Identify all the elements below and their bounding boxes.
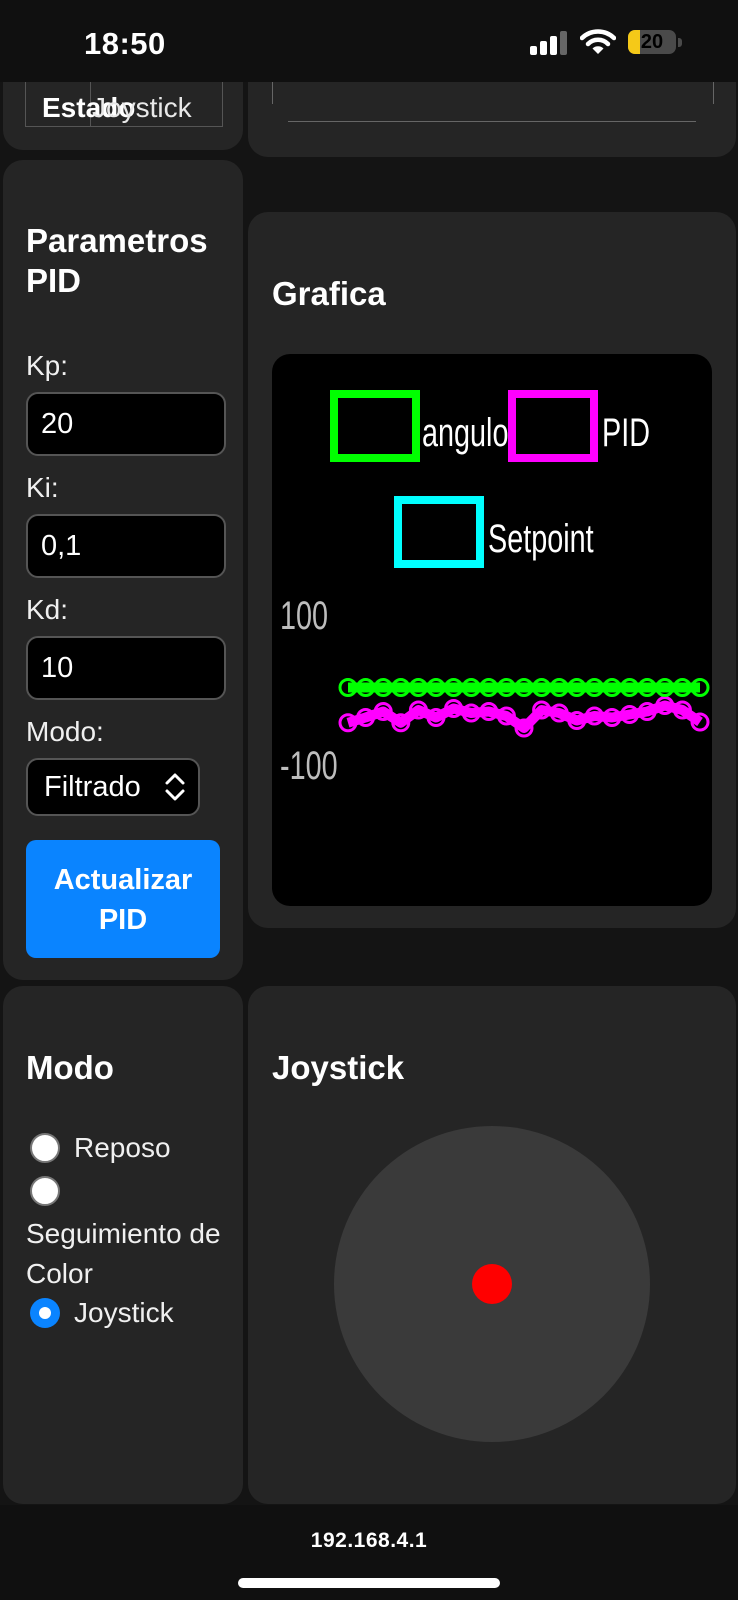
battery-level: 20: [640, 31, 664, 53]
mode-select[interactable]: Filtrado: [26, 758, 200, 816]
battery-tip: [678, 38, 682, 47]
home-indicator: [238, 1578, 500, 1588]
status-bar: 18:50 20: [0, 0, 738, 82]
kd-label: Kd:: [26, 594, 69, 625]
radio-joystick-label: Joystick: [74, 1297, 174, 1328]
graph-area: angulo PID Setpoint 100 -100: [272, 354, 712, 906]
joystick-title: Joystick: [272, 1049, 405, 1086]
radio-joystick[interactable]: [30, 1298, 60, 1328]
legend-swatch-setpoint: [394, 496, 484, 568]
chevron-up-down-icon: [165, 773, 185, 801]
legend-swatch-pid: [508, 390, 598, 462]
wifi-icon: [580, 29, 616, 54]
mode-title: Modo: [26, 1049, 114, 1086]
pid-title: Parametros PID: [26, 222, 208, 299]
data-card-divider: [288, 121, 696, 122]
radio-reposo-label: Reposo: [74, 1132, 171, 1163]
line-chart: angulo PID Setpoint 100 -100: [280, 390, 710, 788]
radio-seguimiento-label: Seguimiento de Color: [26, 1218, 221, 1289]
cellular-signal-icon: [530, 31, 567, 55]
legend-label-setpoint: Setpoint: [488, 516, 594, 561]
radio-reposo[interactable]: [30, 1133, 60, 1163]
data-card-frame: [272, 80, 714, 104]
browser-bottom-bar: 192.168.4.1: [0, 1505, 738, 1600]
y-tick-label-1: -100: [280, 743, 338, 788]
state-table: Estado Joystick: [25, 82, 223, 127]
kd-input[interactable]: 10: [26, 636, 226, 700]
ki-label: Ki:: [26, 472, 59, 503]
update-pid-button[interactable]: Actualizar PID: [26, 840, 220, 958]
legend-swatch-angulo: [330, 390, 420, 462]
legend-label-angulo: angulo: [422, 410, 508, 455]
ki-input[interactable]: 0,1: [26, 514, 226, 578]
mode-select-value: Filtrado: [44, 771, 141, 803]
kp-label: Kp:: [26, 350, 69, 381]
kp-input[interactable]: 20: [26, 392, 226, 456]
legend-label-pid: PID: [602, 410, 650, 455]
battery-icon: 20: [628, 30, 676, 54]
mode-select-label: Modo:: [26, 716, 104, 747]
y-tick-label-0: 100: [280, 593, 328, 638]
address-bar[interactable]: 192.168.4.1: [0, 1529, 738, 1553]
series-line-pid: [346, 700, 703, 733]
graph-title: Grafica: [272, 275, 386, 312]
joystick-knob[interactable]: [472, 1264, 512, 1304]
joystick-column-header: Joystick: [92, 92, 192, 123]
radio-seguimiento[interactable]: [30, 1176, 60, 1206]
clock: 18:50: [84, 26, 166, 61]
